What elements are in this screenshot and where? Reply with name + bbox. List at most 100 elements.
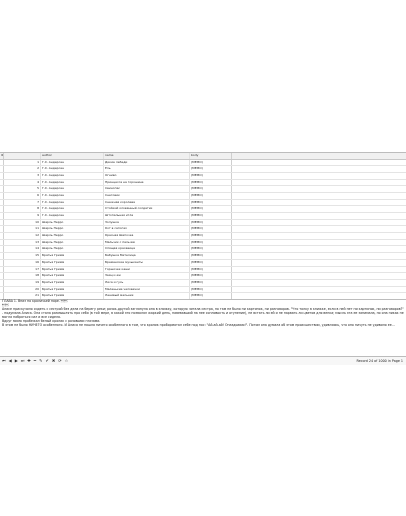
- bookmark-icon[interactable]: ☆: [65, 357, 69, 365]
- cell-id[interactable]: 4: [4, 179, 41, 186]
- cell-body[interactable]: (MEMO): [190, 286, 232, 293]
- table-row[interactable]: 1 Г.Х. Андерсен Дикие лебеди (MEMO): [0, 159, 406, 167]
- cell-id[interactable]: 7: [4, 199, 41, 206]
- cell-author[interactable]: Г.Х. Андерсен: [41, 179, 104, 186]
- post-edit-icon[interactable]: ✔: [46, 357, 49, 365]
- table-row[interactable]: 9 Г.Х. Андерсен Штопальная игла (MEMO): [0, 213, 406, 220]
- cell-name[interactable]: Дикие лебеди: [104, 159, 190, 166]
- edit-record-icon[interactable]: ✎: [39, 357, 42, 365]
- delete-record-icon[interactable]: ━: [34, 357, 36, 365]
- cell-body[interactable]: (MEMO): [190, 279, 232, 286]
- cell-author[interactable]: Шарль Перро: [41, 246, 104, 253]
- table-row[interactable]: 12 Шарль Перро Красная Шапочка (MEMO): [0, 233, 406, 240]
- cell-name[interactable]: Бабушка Метелица: [104, 253, 190, 259]
- cell-name[interactable]: Штопальная игла: [104, 213, 190, 219]
- table-row[interactable]: 4 Г.Х. Андерсен Принцесса на горошине (MEMO…: [0, 179, 406, 187]
- cell-author[interactable]: Шарль Перро: [41, 239, 104, 246]
- cell-id[interactable]: 19: [4, 279, 41, 286]
- cell-author[interactable]: Г.Х. Андерсен: [41, 213, 104, 219]
- table-row[interactable]: 13 Шарль Перро Мальчик с пальчик (MEMO): [0, 239, 406, 247]
- cell-author[interactable]: Братья Гримм: [41, 286, 104, 293]
- cell-name[interactable]: Снеговик: [104, 192, 190, 199]
- table-row[interactable]: 14 Шарль Перро Спящая красавица (MEMO): [0, 246, 406, 254]
- cell-body[interactable]: (MEMO): [190, 166, 232, 172]
- cell-body[interactable]: (MEMO): [190, 199, 232, 206]
- cell-name[interactable]: Огниво: [104, 172, 190, 179]
- cell-id[interactable]: 13: [4, 239, 41, 246]
- cell-body[interactable]: (MEMO): [190, 172, 232, 179]
- cell-id[interactable]: 8: [4, 206, 41, 212]
- cell-body[interactable]: (MEMO): [190, 259, 232, 266]
- cell-name[interactable]: Стойкий оловянный солдатик: [104, 206, 190, 212]
- cell-id[interactable]: 15: [4, 253, 41, 259]
- cell-body[interactable]: (MEMO): [190, 233, 232, 239]
- cell-author[interactable]: Братья Гримм: [41, 273, 104, 279]
- cell-name[interactable]: Снежная королева: [104, 199, 190, 206]
- next-record-icon[interactable]: ▶: [15, 357, 18, 365]
- cell-author[interactable]: Г.Х. Андерсен: [41, 199, 104, 206]
- table-row[interactable]: 7 Г.Х. Андерсен Снежная королева (MEMO): [0, 199, 406, 207]
- cell-name[interactable]: Бременские музыканты: [104, 259, 190, 266]
- table-row[interactable]: 10 Шарль Перро Золушка (MEMO): [0, 219, 406, 227]
- cell-author[interactable]: Г.Х. Андерсен: [41, 186, 104, 192]
- cell-author[interactable]: Шарль Перро: [41, 233, 104, 239]
- cell-body[interactable]: (MEMO): [190, 192, 232, 199]
- cell-author[interactable]: Г.Х. Андерсен: [41, 206, 104, 212]
- table-row[interactable]: 15 Братья Гримм Бабушка Метелица (MEMO): [0, 253, 406, 260]
- cell-id[interactable]: 16: [4, 259, 41, 266]
- cell-name[interactable]: Лиса и гусь: [104, 279, 190, 286]
- cell-name[interactable]: Свинопас: [104, 186, 190, 192]
- insert-record-icon[interactable]: ✚: [27, 357, 30, 365]
- cell-body[interactable]: (MEMO): [190, 253, 232, 259]
- cell-body[interactable]: (MEMO): [190, 179, 232, 186]
- cell-name[interactable]: Золушка: [104, 219, 190, 226]
- cell-id[interactable]: 11: [4, 226, 41, 233]
- table-row[interactable]: 19 Братья Гримм Лиса и гусь (MEMO): [0, 279, 406, 287]
- refresh-icon[interactable]: ⟳: [58, 357, 61, 365]
- table-row[interactable]: 6 Г.Х. Андерсен Снеговик (MEMO): [0, 192, 406, 200]
- header-body[interactable]: body: [190, 153, 232, 159]
- cell-name[interactable]: Заяц и еж: [104, 273, 190, 279]
- table-row[interactable]: 18 Братья Гримм Заяц и еж (MEMO): [0, 273, 406, 280]
- cell-id[interactable]: 1: [4, 159, 41, 166]
- table-row[interactable]: 17 Братья Гримм Горшочек каши (MEMO): [0, 266, 406, 274]
- cell-body[interactable]: (MEMO): [190, 186, 232, 192]
- cell-name[interactable]: Мальчик с пальчик: [104, 239, 190, 246]
- cell-id[interactable]: 14: [4, 246, 41, 253]
- cell-author[interactable]: Шарль Перро: [41, 226, 104, 233]
- cell-author[interactable]: Г.Х. Андерсен: [41, 172, 104, 179]
- cell-body[interactable]: (MEMO): [190, 273, 232, 279]
- cell-body[interactable]: (MEMO): [190, 226, 232, 233]
- cell-author[interactable]: Братья Гримм: [41, 259, 104, 266]
- cell-author[interactable]: Шарль Перро: [41, 219, 104, 226]
- cell-id[interactable]: 12: [4, 233, 41, 239]
- cell-id[interactable]: 18: [4, 273, 41, 279]
- cell-id[interactable]: 20: [4, 286, 41, 293]
- cell-body[interactable]: (MEMO): [190, 213, 232, 219]
- cell-body[interactable]: (MEMO): [190, 246, 232, 253]
- first-record-icon[interactable]: ⏮: [2, 357, 6, 365]
- memo-text-area[interactable]: ГЛАВА 1. Вниз по кроличьей норе.   Ал…: [0, 299, 406, 357]
- cell-id[interactable]: 17: [4, 266, 41, 273]
- cell-author[interactable]: Г.Х. Андерсен: [41, 159, 104, 166]
- cell-id[interactable]: 2: [4, 166, 41, 172]
- table-row[interactable]: 8 Г.Х. Андерсен Стойкий оловянный солдатик…: [0, 206, 406, 213]
- cell-name[interactable]: Кот в сапогах: [104, 226, 190, 233]
- cell-author[interactable]: Братья Гримм: [41, 266, 104, 273]
- records-grid[interactable]: ID author name body 1 Г.Х. Андерсен Дикие …: [0, 152, 406, 300]
- table-row[interactable]: 3 Г.Х. Андерсен Огниво (MEMO): [0, 172, 406, 180]
- cell-author[interactable]: Братья Гримм: [41, 279, 104, 286]
- cell-author[interactable]: Г.Х. Андерсен: [41, 166, 104, 172]
- cell-id[interactable]: 9: [4, 213, 41, 219]
- table-row[interactable]: 2 Г.Х. Андерсен Ель (MEMO): [0, 166, 406, 173]
- header-author[interactable]: author: [41, 153, 104, 159]
- cell-body[interactable]: (MEMO): [190, 239, 232, 246]
- header-name[interactable]: name: [104, 153, 190, 159]
- prior-record-icon[interactable]: ◀: [9, 357, 12, 365]
- table-row[interactable]: 16 Братья Гримм Бременские музыканты (MEMO): [0, 259, 406, 267]
- table-row[interactable]: 20 Братья Гримм Маленькие человечки (MEMO): [0, 286, 406, 294]
- cell-name[interactable]: Горшочек каши: [104, 266, 190, 273]
- cell-id[interactable]: 5: [4, 186, 41, 192]
- cell-name[interactable]: Спящая красавица: [104, 246, 190, 253]
- last-record-icon[interactable]: ⏭: [21, 357, 25, 365]
